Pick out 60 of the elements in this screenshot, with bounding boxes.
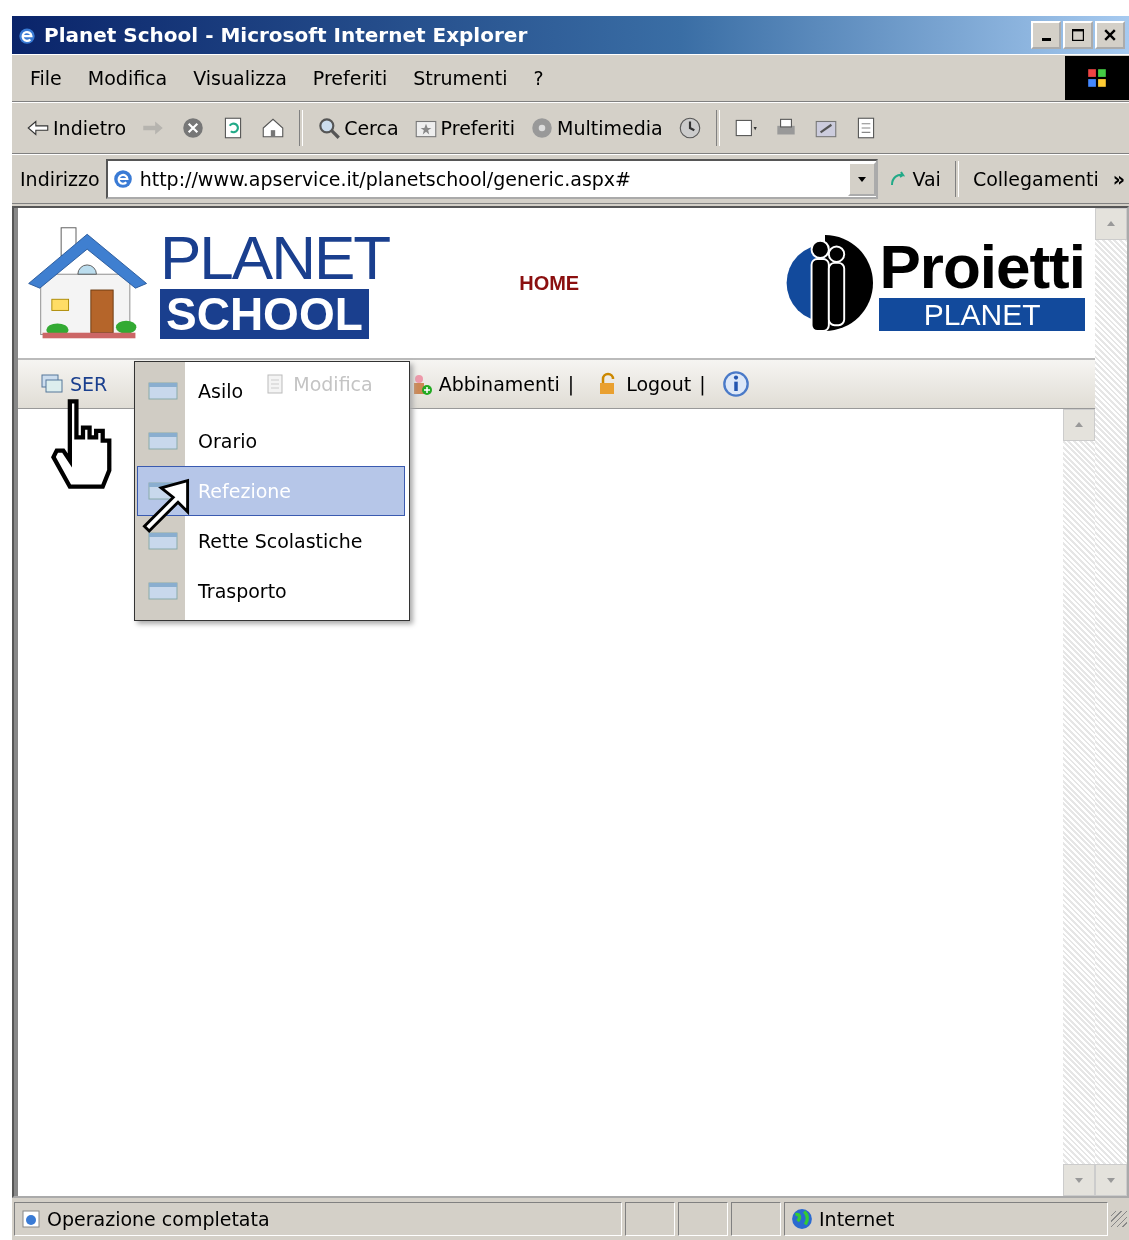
menu-item[interactable]: Strumenti	[401, 63, 520, 93]
nav-link[interactable]: Logout	[596, 372, 692, 396]
minimize-icon	[1041, 37, 1051, 41]
menu-item[interactable]: Trasporto	[137, 566, 296, 616]
nav-link[interactable]: Abbinamenti	[408, 372, 560, 396]
home-link[interactable]: HOME	[519, 271, 580, 295]
menu-item[interactable]: ?	[521, 63, 556, 93]
status-message: Operazione completata	[47, 1208, 270, 1230]
close-button[interactable]	[1095, 21, 1125, 49]
address-bar-field[interactable]: http://www.apservice.it/planetschool/generic.aspx#	[105, 159, 879, 199]
up-arrow-icon	[1106, 219, 1116, 229]
globe-icon	[791, 1208, 813, 1230]
media-button[interactable]: Multimedia	[524, 113, 668, 143]
brand-subtitle: PLANET	[879, 297, 1085, 331]
go-button[interactable]: Vai	[884, 166, 945, 192]
zone-label: Internet	[819, 1208, 895, 1230]
menu-item[interactable]: Preferiti	[300, 63, 400, 93]
brand-name: Proietti	[879, 235, 1085, 298]
up-arrow-icon	[1074, 420, 1084, 430]
windows-logo-icon	[1065, 56, 1129, 100]
logo-text: PLANET	[160, 226, 390, 289]
caret-icon	[857, 174, 868, 184]
down-arrow-icon	[1106, 1175, 1116, 1185]
menu-item[interactable]: Rette Scolastiche	[137, 516, 372, 566]
nav-link[interactable]: SER	[40, 372, 108, 396]
info-icon[interactable]	[721, 370, 750, 398]
disc-icon	[529, 115, 555, 141]
windows-icon	[40, 372, 64, 396]
search-icon	[316, 115, 343, 141]
nav-separator: |	[567, 373, 575, 395]
address-label: Indirizzo	[20, 168, 100, 190]
maximize-icon	[1072, 29, 1084, 41]
minimize-button[interactable]	[1031, 21, 1061, 49]
maximize-button[interactable]	[1063, 21, 1093, 49]
search-button[interactable]: Cerca	[311, 113, 404, 143]
menu-item[interactable]: File	[18, 63, 74, 93]
status-panel	[678, 1202, 728, 1236]
window-icon	[148, 381, 178, 401]
menu-item[interactable]: Visualizza	[181, 63, 299, 93]
favorites-button[interactable]: Preferiti	[407, 113, 520, 143]
more-links-button[interactable]: »	[1108, 166, 1129, 192]
page-icon	[111, 168, 134, 190]
resize-grip[interactable]	[1111, 1211, 1127, 1227]
menu-item[interactable]: Asilo	[137, 366, 253, 416]
status-panel	[731, 1202, 781, 1236]
links-button[interactable]: Collegamenti	[968, 166, 1103, 192]
back-button[interactable]: Indietro	[20, 113, 132, 143]
dropdown-button[interactable]	[848, 162, 877, 196]
close-icon	[1104, 29, 1116, 41]
page-icon	[21, 1209, 41, 1229]
window-icon	[148, 581, 178, 601]
menu-item[interactable]: Modifica	[75, 63, 180, 93]
status-panel	[625, 1202, 675, 1236]
window-title: Planet School - Microsoft Internet Explorer	[44, 23, 529, 47]
logo-text: SCHOOL	[160, 288, 369, 340]
window-icon	[148, 531, 178, 551]
menu-item[interactable]: Orario	[137, 416, 267, 466]
window-icon	[148, 431, 178, 451]
down-arrow-icon	[1074, 1175, 1084, 1185]
nav-separator: |	[699, 373, 706, 395]
